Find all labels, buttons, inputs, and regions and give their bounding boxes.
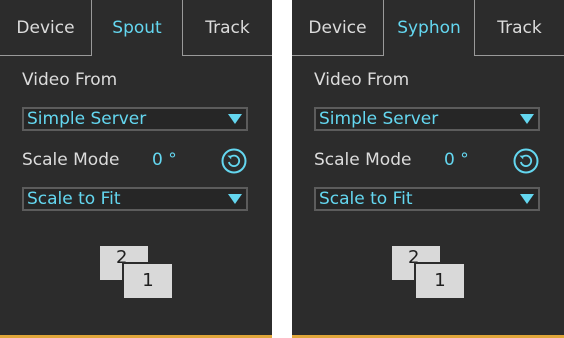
scale-mode-value: Scale to Fit [319,189,413,209]
rotation-value[interactable]: 0 ° [152,150,177,170]
tab-bar: Device Syphon Track [292,0,564,56]
scale-mode-dropdown[interactable]: Scale to Fit [314,187,540,211]
screen-front: 1 [122,262,174,300]
syphon-panel: Device Syphon Track Video From Simple Se… [292,0,564,338]
video-from-value: Simple Server [319,109,439,129]
screen-select-icon[interactable]: 2 1 [392,246,466,300]
tab-syphon[interactable]: Syphon [384,0,474,56]
tab-track[interactable]: Track [474,0,564,56]
video-from-dropdown[interactable]: Simple Server [314,107,540,131]
chevron-down-icon [228,194,242,204]
video-from-label: Video From [314,70,410,90]
chevron-down-icon [520,194,534,204]
screen-front-label: 1 [142,270,154,291]
reset-rotation-icon[interactable] [221,148,247,174]
scale-mode-label: Scale Mode [314,150,412,170]
chevron-down-icon [520,114,534,124]
screen-select-icon[interactable]: 2 1 [100,246,174,300]
tab-track[interactable]: Track [182,0,272,56]
screen-front: 1 [414,262,466,300]
scale-mode-value: Scale to Fit [27,189,121,209]
video-from-label: Video From [22,70,118,90]
tab-spout[interactable]: Spout [92,0,182,56]
scale-mode-label: Scale Mode [22,150,120,170]
video-from-value: Simple Server [27,109,147,129]
tab-device[interactable]: Device [292,0,384,56]
rotation-value[interactable]: 0 ° [444,150,469,170]
tab-bar: Device Spout Track [0,0,272,56]
screen-front-label: 1 [434,270,446,291]
chevron-down-icon [228,114,242,124]
spout-panel: Device Spout Track Video From Simple Ser… [0,0,272,338]
scale-mode-dropdown[interactable]: Scale to Fit [22,187,248,211]
video-from-dropdown[interactable]: Simple Server [22,107,248,131]
tab-device[interactable]: Device [0,0,92,56]
reset-rotation-icon[interactable] [513,148,539,174]
